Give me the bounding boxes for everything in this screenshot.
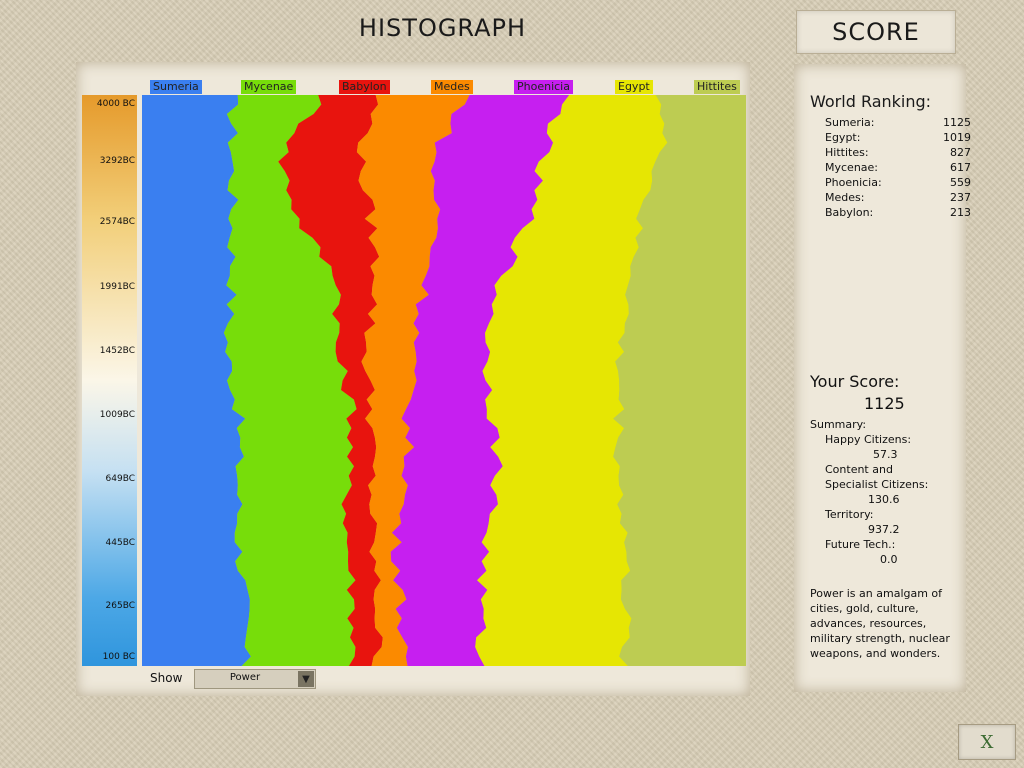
civ-label-sumeria: Sumeria bbox=[150, 80, 202, 94]
ranking-civ-name: Medes: bbox=[825, 191, 865, 204]
page-title: HISTOGRAPH bbox=[358, 14, 527, 42]
ranking-civ-name: Sumeria: bbox=[825, 116, 875, 129]
future-tech-value: 0.0 bbox=[880, 553, 898, 566]
year-label: 3292BC bbox=[99, 155, 135, 166]
ranking-civ-value: 827 bbox=[950, 146, 971, 159]
summary-label: Summary: bbox=[810, 418, 867, 431]
year-label: 2574BC bbox=[99, 217, 135, 228]
power-note-line-1: Power is an amalgam of bbox=[810, 587, 943, 600]
civ-label-hittites: Hittites bbox=[694, 80, 740, 94]
histograph-chart bbox=[142, 95, 746, 666]
ranking-civ-name: Phoenicia: bbox=[825, 176, 882, 189]
year-label: 100 BC bbox=[102, 651, 135, 662]
your-score-title: Your Score: bbox=[810, 372, 900, 391]
ranking-row: Babylon: 213 bbox=[825, 206, 971, 219]
ranking-civ-value: 559 bbox=[950, 176, 971, 189]
civ-label-babylon: Babylon bbox=[339, 80, 390, 94]
ranking-civ-name: Hittites: bbox=[825, 146, 869, 159]
your-score-value: 1125 bbox=[864, 394, 905, 413]
civ-label-mycenae: Mycenae bbox=[241, 80, 297, 94]
histograph-svg bbox=[142, 95, 746, 666]
future-tech-label: Future Tech.: bbox=[825, 538, 896, 551]
world-ranking-title: World Ranking: bbox=[810, 92, 932, 111]
close-button[interactable]: X bbox=[958, 724, 1016, 760]
ranking-row: Egypt: 1019 bbox=[825, 131, 971, 144]
show-dropdown[interactable]: Power ▼ bbox=[194, 669, 316, 689]
civ-label-egypt: Egypt bbox=[615, 80, 653, 94]
score-panel: World Ranking: Sumeria: 1125 Egypt: 1019 Hit… bbox=[794, 64, 971, 692]
ranking-row: Medes: 237 bbox=[825, 191, 971, 204]
content-citizens-value: 130.6 bbox=[868, 493, 900, 506]
year-label: 445BC bbox=[105, 537, 135, 548]
year-label: 1452BC bbox=[99, 345, 135, 356]
ranking-row: Hittites: 827 bbox=[825, 146, 971, 159]
year-axis: 4000 BC 3292BC 2574BC 1991BC 1452BC 1009BC 649… bbox=[82, 95, 137, 666]
power-note-line-4: military strength, nuclear bbox=[810, 632, 950, 645]
ranking-civ-value: 1125 bbox=[943, 116, 971, 129]
ranking-civ-value: 237 bbox=[950, 191, 971, 204]
happy-citizens-value: 57.3 bbox=[873, 448, 898, 461]
year-label: 649BC bbox=[105, 473, 135, 484]
dropdown-arrow-icon[interactable]: ▼ bbox=[298, 671, 314, 687]
ranking-civ-name: Egypt: bbox=[825, 131, 861, 144]
score-tab[interactable]: SCORE bbox=[796, 10, 956, 54]
year-label: 4000 BC bbox=[96, 99, 135, 110]
ranking-civ-name: Mycenae: bbox=[825, 161, 879, 174]
ranking-civ-name: Babylon: bbox=[825, 206, 874, 219]
ranking-row: Phoenicia: 559 bbox=[825, 176, 971, 189]
year-label: 1991BC bbox=[99, 281, 135, 292]
content-citizens-label-1: Content and bbox=[825, 463, 893, 476]
show-label: Show bbox=[150, 671, 183, 685]
content-citizens-label-2: Specialist Citizens: bbox=[825, 478, 929, 491]
ranking-civ-value: 213 bbox=[950, 206, 971, 219]
ranking-row: Sumeria: 1125 bbox=[825, 116, 971, 129]
civ-label-medes: Medes bbox=[431, 80, 473, 94]
power-note-line-3: advances, resources, bbox=[810, 617, 927, 630]
year-label: 1009BC bbox=[99, 409, 135, 420]
ranking-row: Mycenae: 617 bbox=[825, 161, 971, 174]
civ-label-phoenicia: Phoenicia bbox=[514, 80, 573, 94]
ranking-civ-value: 1019 bbox=[943, 131, 971, 144]
year-label: 265BC bbox=[105, 601, 135, 612]
territory-label: Territory: bbox=[825, 508, 874, 521]
territory-value: 937.2 bbox=[868, 523, 900, 536]
power-note-line-2: cities, gold, culture, bbox=[810, 602, 919, 615]
ranking-civ-value: 617 bbox=[950, 161, 971, 174]
show-selected-value: Power bbox=[229, 672, 261, 683]
happy-citizens-label: Happy Citizens: bbox=[825, 433, 912, 446]
power-note-line-5: weapons, and wonders. bbox=[810, 647, 941, 660]
close-icon: X bbox=[980, 731, 994, 753]
